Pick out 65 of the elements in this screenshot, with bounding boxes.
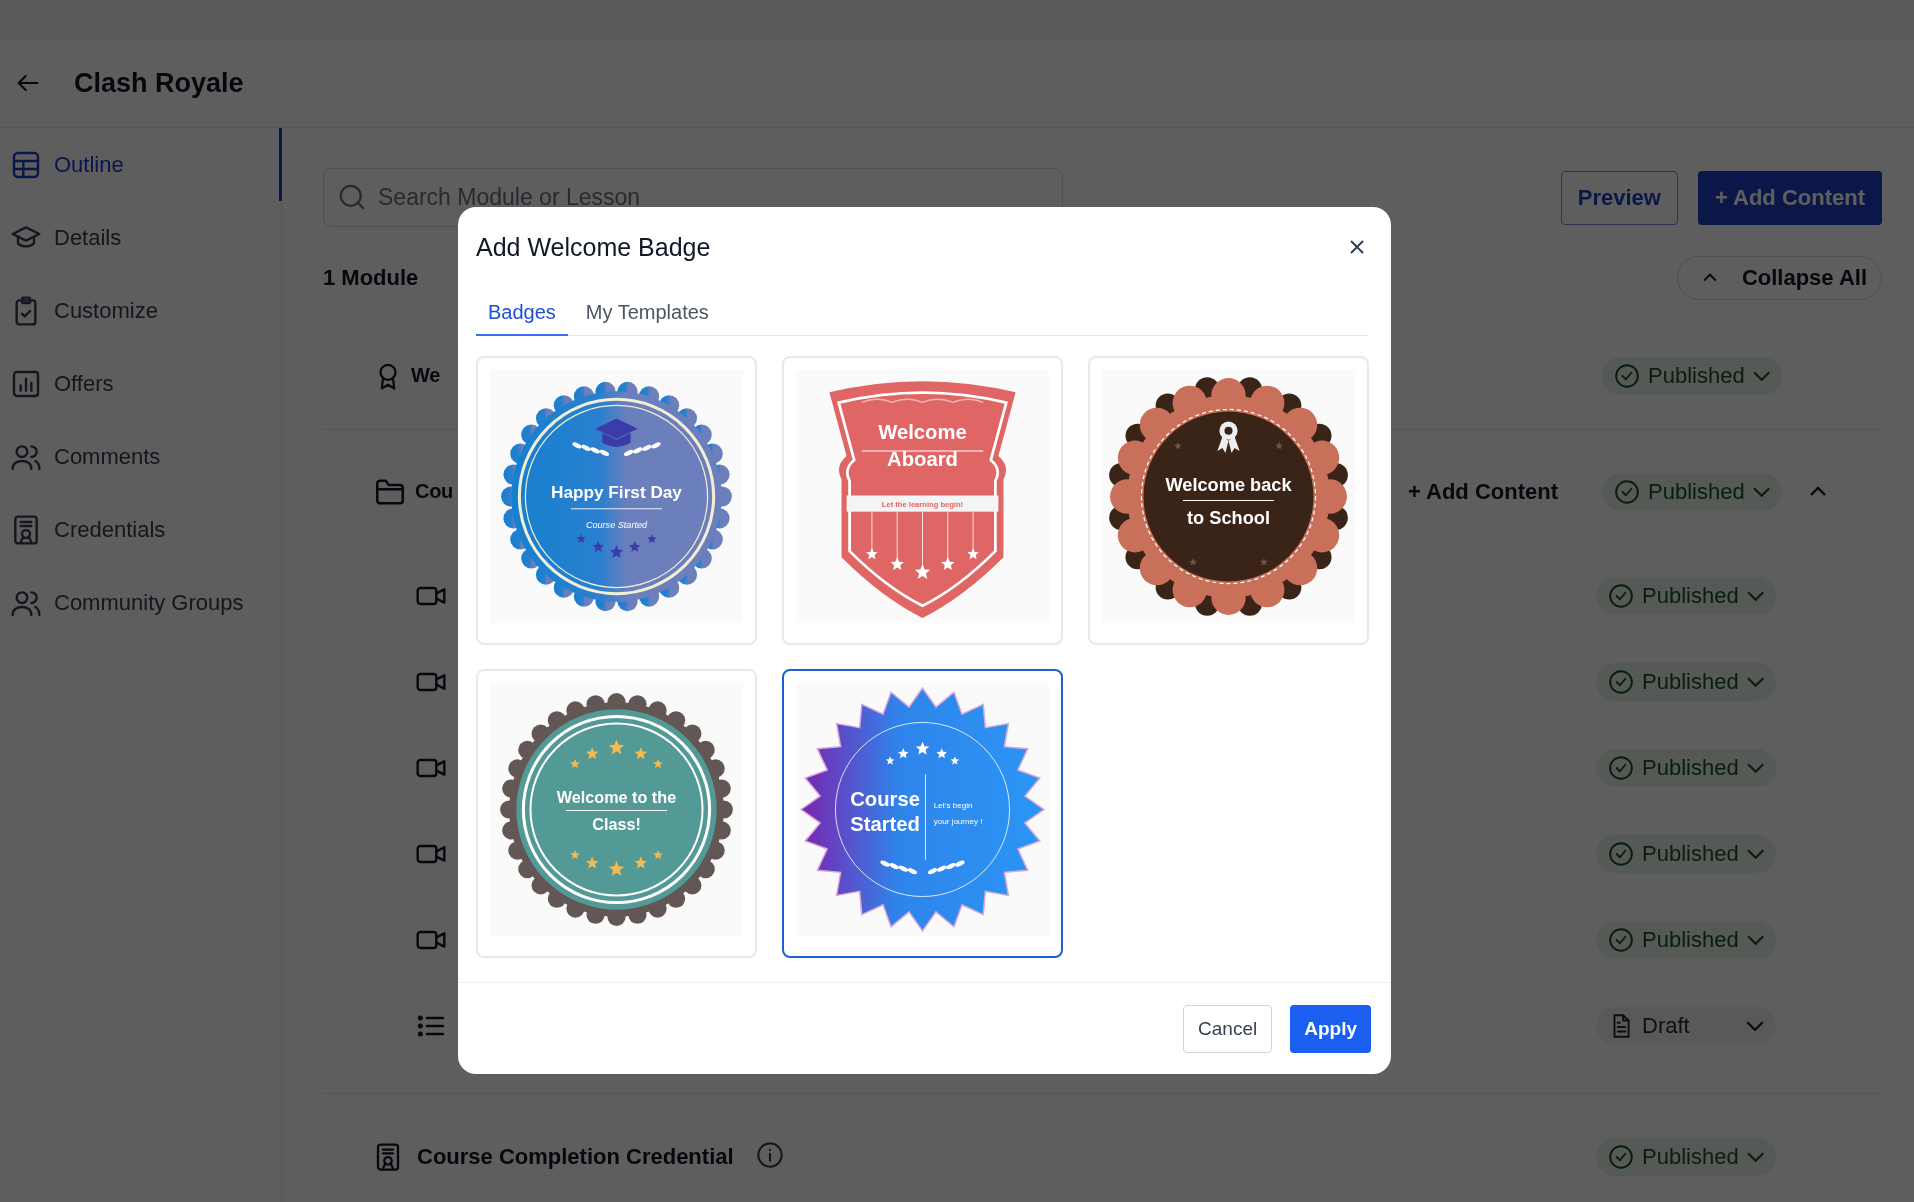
chevron-down-icon xyxy=(1746,1021,1764,1032)
status-dropdown[interactable]: Published xyxy=(1596,921,1776,960)
chevron-down-icon xyxy=(1752,370,1770,381)
sidebar-item[interactable]: Comments xyxy=(0,420,282,493)
status-dropdown[interactable]: Draft xyxy=(1596,1007,1776,1046)
add-content-link[interactable]: + Add Content xyxy=(1401,477,1564,506)
module-count: 1 Module xyxy=(323,265,419,291)
status-dropdown[interactable]: Published xyxy=(1596,577,1776,616)
chevron-down-icon xyxy=(1746,677,1764,688)
chevron-down-icon xyxy=(1746,763,1764,774)
status-dropdown[interactable]: Published xyxy=(1596,1138,1776,1177)
badge-title: to School xyxy=(1187,507,1270,528)
status-dropdown[interactable]: Published xyxy=(1602,356,1782,395)
check-circle-icon xyxy=(1614,478,1640,505)
badge-card[interactable]: Happy First Day Course Started xyxy=(476,356,757,645)
status-dropdown[interactable]: Published xyxy=(1596,835,1776,874)
dialog-title: Add Welcome Badge xyxy=(476,232,711,262)
chevron-down-icon xyxy=(1752,486,1770,497)
badge-subtitle: Course Started xyxy=(585,519,648,530)
badge-tagline: Let's begin xyxy=(933,801,973,811)
sidebar-item[interactable]: Credentials xyxy=(0,493,282,566)
badge-title: Welcome to the xyxy=(556,788,677,807)
badge-title: Aboard xyxy=(887,448,958,471)
badge-card[interactable]: Welcome to the Class! xyxy=(476,669,757,958)
status-dropdown[interactable]: Published xyxy=(1602,472,1782,511)
add-content-button[interactable]: + Add Content xyxy=(1697,170,1882,225)
sidebar-item[interactable]: Offers xyxy=(0,347,282,420)
outline-item-title: We xyxy=(411,364,441,388)
cancel-button[interactable]: Cancel xyxy=(1183,1004,1273,1053)
chevron-down-icon xyxy=(1746,591,1764,602)
badge-card[interactable]: Course Started Let's begin your journey ! xyxy=(782,669,1063,958)
chevron-down-icon xyxy=(1746,935,1764,946)
info-icon xyxy=(755,1141,784,1170)
outline-item-title: Course Completion Credential xyxy=(417,1144,734,1171)
badge-title: Class! xyxy=(592,814,641,833)
search-icon xyxy=(337,182,367,212)
tab[interactable]: Badges xyxy=(476,295,568,336)
badge-tagline: your journey ! xyxy=(933,816,983,826)
collapse-all-button[interactable]: Collapse All xyxy=(1676,256,1882,300)
page-title: Clash Royale xyxy=(74,67,244,99)
sidebar-item[interactable]: Details xyxy=(0,201,282,274)
tab[interactable]: My Templates xyxy=(573,295,721,336)
sidebar-item[interactable]: Customize xyxy=(0,274,282,347)
badge-title: Welcome xyxy=(878,420,967,443)
check-circle-icon xyxy=(1608,927,1634,954)
apply-button[interactable]: Apply xyxy=(1290,1004,1371,1053)
check-circle-icon xyxy=(1608,583,1634,610)
sidebar-item[interactable]: Outline xyxy=(0,128,282,201)
sidebar-item[interactable]: Community Groups xyxy=(0,566,282,639)
chevron-down-icon xyxy=(1746,849,1764,860)
badge-title: Happy First Day xyxy=(551,481,682,502)
badge-title: Started xyxy=(850,812,920,835)
check-circle-icon xyxy=(1608,669,1634,696)
outline-item-title: Cou xyxy=(415,480,453,504)
check-circle-icon xyxy=(1608,1144,1634,1171)
check-circle-icon xyxy=(1608,755,1634,782)
chevron-down-icon xyxy=(1746,1152,1764,1163)
status-dropdown[interactable]: Published xyxy=(1596,749,1776,788)
status-dropdown[interactable]: Published xyxy=(1596,663,1776,702)
check-circle-icon xyxy=(1608,841,1634,868)
check-circle-icon xyxy=(1614,362,1640,389)
badge-title: Course xyxy=(850,788,920,811)
badge-card[interactable]: Welcome back to School xyxy=(1088,356,1369,645)
preview-button[interactable]: Preview xyxy=(1560,170,1678,225)
badge-title: Welcome back xyxy=(1165,475,1292,496)
